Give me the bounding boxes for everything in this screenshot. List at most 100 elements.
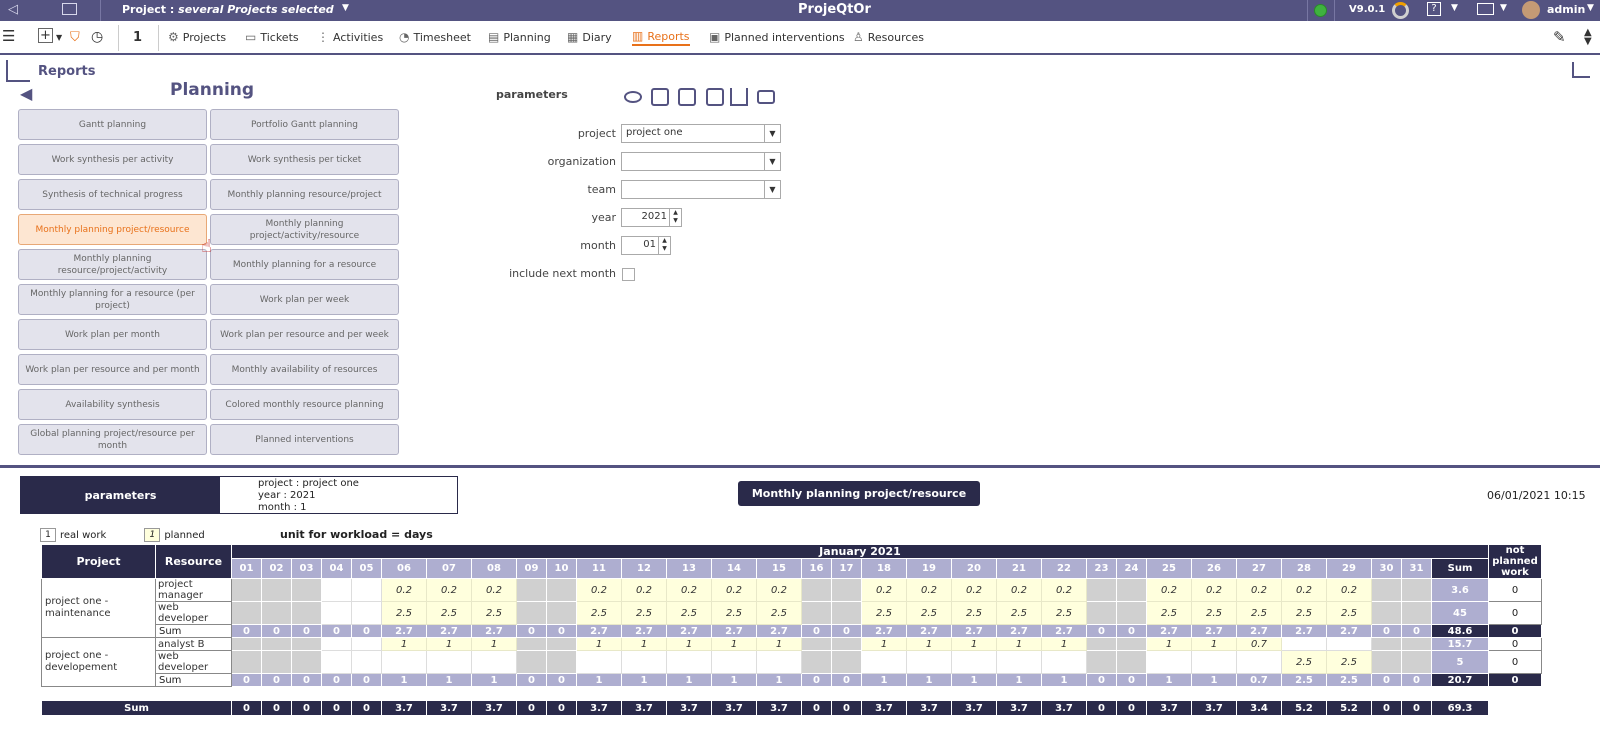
back-arrow-icon[interactable]: ◀: [20, 84, 32, 103]
print-icon[interactable]: [651, 88, 669, 106]
menu-icon[interactable]: ☰: [2, 27, 15, 45]
report-planned-interventions[interactable]: Planned interventions: [210, 424, 399, 455]
day-cell: 0.2: [471, 578, 517, 602]
sum-cell: 0: [291, 624, 322, 638]
day-cell: [711, 650, 757, 674]
total-cell: 5.2: [1326, 700, 1372, 716]
report-colored-monthly-planning[interactable]: Colored monthly resource planning: [210, 389, 399, 420]
back-icon[interactable]: ◁: [8, 2, 18, 17]
report-monthly-resource-per-project[interactable]: Monthly planning for a resource (per pro…: [18, 284, 207, 315]
status-indicator-icon[interactable]: [1314, 4, 1327, 17]
month-spinner[interactable]: 01 ▲ ▼: [621, 236, 671, 255]
report-monthly-project-activity-resource[interactable]: Monthly planning project/activity/resour…: [210, 214, 399, 245]
pane-splitter[interactable]: [0, 465, 1600, 468]
chevron-down-icon[interactable]: ▼: [342, 3, 349, 13]
report-monthly-for-resource[interactable]: Monthly planning for a resource: [210, 249, 399, 280]
display-icon[interactable]: [624, 91, 642, 103]
spinner-arrows-icon[interactable]: ▲ ▼: [669, 209, 681, 226]
menu-tickets[interactable]: ▭ Tickets: [245, 28, 299, 46]
collapse-icon[interactable]: ▲ ▼: [1584, 28, 1592, 47]
help-icon[interactable]: ?: [1427, 2, 1441, 16]
report-global-planning[interactable]: Global planning project/resource per mon…: [18, 424, 207, 455]
bookmark-icon[interactable]: ⛉: [70, 28, 80, 46]
include-next-month-checkbox[interactable]: [622, 268, 635, 281]
report-work-plan-week[interactable]: Work plan per week: [210, 284, 399, 315]
report-gantt-planning[interactable]: Gantt planning: [18, 109, 207, 140]
menu-planning[interactable]: ▤ Planning: [488, 28, 551, 46]
team-label: team: [587, 183, 616, 196]
day-cell: [576, 650, 622, 674]
projects-icon: ⚙: [168, 30, 179, 44]
report-technical-progress[interactable]: Synthesis of technical progress: [18, 179, 207, 210]
day-cell: 1: [576, 637, 622, 651]
spinner-arrows-icon[interactable]: ▲ ▼: [658, 237, 670, 254]
report-monthly-resource-project[interactable]: Monthly planning resource/project: [210, 179, 399, 210]
chevron-down-icon[interactable]: ▼: [1451, 3, 1458, 13]
report-portfolio-gantt-planning[interactable]: Portfolio Gantt planning: [210, 109, 399, 140]
menu-timesheet[interactable]: ◔ Timesheet: [399, 28, 471, 46]
year-spinner[interactable]: 2021 ▲ ▼: [621, 208, 682, 227]
report-monthly-availability[interactable]: Monthly availability of resources: [210, 354, 399, 385]
chevron-down-icon[interactable]: ▼: [1587, 3, 1594, 13]
report-work-plan-month[interactable]: Work plan per month: [18, 319, 207, 350]
avatar[interactable]: [1522, 1, 1540, 19]
project-selector[interactable]: Project : several Projects selected: [122, 3, 334, 16]
unit-label: unit for workload = days: [280, 528, 433, 541]
sum-cell: 1: [996, 673, 1042, 687]
day-cell: 0.2: [711, 578, 757, 602]
day-cell: [1236, 650, 1282, 674]
screen-counter[interactable]: 1: [133, 28, 142, 46]
legend: 1 real work 1 planned: [40, 528, 205, 542]
report-availability-synthesis[interactable]: Availability synthesis: [18, 389, 207, 420]
day-cell: [1086, 650, 1117, 674]
menu-resources[interactable]: ♙ Resources: [853, 28, 924, 46]
menu-activities[interactable]: ⋮ Activities: [317, 28, 383, 46]
chevron-down-icon[interactable]: ▼: [1500, 3, 1507, 13]
history-icon[interactable]: ◷: [91, 28, 103, 46]
sum-cell: 0: [516, 624, 547, 638]
day-cell: 2.5: [1236, 601, 1282, 625]
day-cell: [546, 601, 577, 625]
column-header-not-planned: not planned work: [1488, 544, 1542, 579]
save-report-icon[interactable]: [706, 88, 724, 106]
chart-icon[interactable]: [1572, 62, 1590, 78]
chart-report-icon[interactable]: [730, 88, 748, 106]
report-work-synthesis-activity[interactable]: Work synthesis per activity: [18, 144, 207, 175]
sum-cell: 0: [291, 673, 322, 687]
report-monthly-project-resource[interactable]: Monthly planning project/resource: [18, 214, 207, 245]
pdf-icon[interactable]: [678, 88, 696, 106]
sum-cell: 0: [231, 673, 262, 687]
organization-select[interactable]: ▼: [621, 152, 781, 171]
organization-label: organization: [547, 155, 616, 168]
day-cell: [1146, 650, 1192, 674]
total-cell: 3.7: [576, 700, 622, 716]
chevron-down-icon[interactable]: ▼: [764, 181, 780, 198]
chevron-down-icon[interactable]: ▼: [764, 125, 780, 142]
header-row: Project Resource January 2021 not planned w…: [41, 544, 1542, 579]
add-icon[interactable]: +: [38, 28, 53, 43]
table-row: project one - developement analyst B11111…: [41, 637, 1542, 687]
day-cell: 0.2: [1191, 578, 1237, 602]
day-cell: 1: [1191, 637, 1237, 651]
report-work-synthesis-ticket[interactable]: Work synthesis per ticket: [210, 144, 399, 175]
chevron-down-icon[interactable]: ▼: [56, 28, 62, 46]
report-work-plan-resource-week[interactable]: Work plan per resource and per week: [210, 319, 399, 350]
report-monthly-resource-project-activity[interactable]: Monthly planning resource/project/activi…: [18, 249, 207, 280]
report-work-plan-resource-month[interactable]: Work plan per resource and per month: [18, 354, 207, 385]
monitor-icon[interactable]: [1477, 3, 1494, 15]
user-name[interactable]: admin: [1547, 3, 1585, 16]
menu-planned-interventions[interactable]: ▣ Planned interventions: [709, 28, 845, 46]
email-icon[interactable]: [757, 90, 775, 104]
about-icon[interactable]: [1392, 2, 1409, 19]
interventions-icon: ▣: [709, 30, 721, 44]
window-icon[interactable]: [62, 3, 77, 15]
edit-icon[interactable]: ✎: [1553, 28, 1566, 46]
menu-projects[interactable]: ⚙ Projects: [168, 28, 226, 46]
menu-diary[interactable]: ▦ Diary: [567, 28, 612, 46]
chevron-down-icon[interactable]: ▼: [764, 153, 780, 170]
menu-reports[interactable]: ▥ Reports: [632, 28, 690, 46]
team-select[interactable]: ▼: [621, 180, 781, 199]
project-select[interactable]: project one ▼: [621, 124, 781, 143]
menu-label: Timesheet: [413, 30, 471, 44]
day-header: 18: [861, 558, 907, 579]
